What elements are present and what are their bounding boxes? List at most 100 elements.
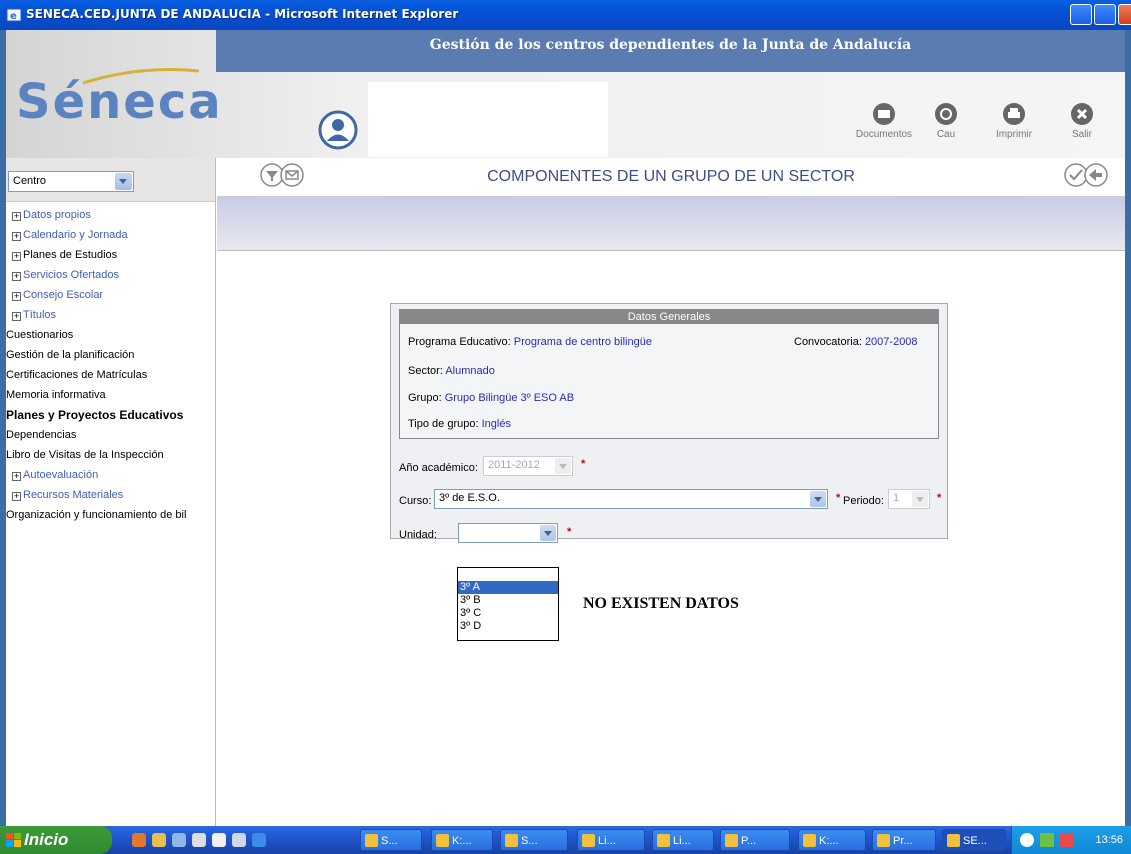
sidebar-item[interactable]: + Datos propios <box>6 205 215 225</box>
page-title: COMPONENTES DE UN GRUPO DE UN SECTOR <box>487 168 855 185</box>
ano-academico-select[interactable]: 2011-2012 <box>483 456 573 476</box>
taskbar-task-label: P... <box>741 835 757 847</box>
firefox-icon[interactable] <box>132 833 146 847</box>
grupo-label: Grupo: <box>408 392 442 404</box>
taskbar-task-label: SE... <box>963 835 987 847</box>
sidebar-item[interactable]: Planes y Proyectos Educativos <box>6 405 215 425</box>
general-data-panel: Datos Generales Programa Educativo: Prog… <box>399 309 939 439</box>
unidad-option[interactable]: 3º C <box>458 607 558 620</box>
sidebar-item-label: Títulos <box>23 309 57 321</box>
app-quicklaunch-icon[interactable] <box>212 833 226 847</box>
convocatoria-label: Convocatoria: <box>794 336 862 348</box>
taskbar-task[interactable]: Li... <box>577 829 645 851</box>
taskbar-task[interactable]: K:... <box>431 829 493 851</box>
unidad-option[interactable]: 3º A <box>458 581 558 594</box>
unidad-select[interactable] <box>458 523 558 543</box>
taskbar-task-label: K:... <box>452 835 472 847</box>
header-band <box>217 196 1125 251</box>
sidebar-item-label: Cuestionarios <box>6 329 74 341</box>
print-label: Imprimir <box>995 129 1033 140</box>
sidebar-item[interactable]: + Calendario y Jornada <box>6 225 215 245</box>
sidebar-item[interactable]: + Autoevaluación <box>6 465 215 485</box>
sidebar-item[interactable]: Cuestionarios <box>6 325 215 345</box>
documents-button[interactable]: Documentos <box>854 102 914 140</box>
expand-icon[interactable]: + <box>12 252 21 261</box>
security-icon[interactable] <box>1040 833 1054 847</box>
task-app-icon <box>365 834 378 847</box>
sidebar-item[interactable]: Libro de Visitas de la Inspección <box>6 445 215 465</box>
sidebar-menu: + Datos propios + Calendario y Jornada + Plan… <box>6 202 215 525</box>
window-titlebar[interactable]: e SENECA.CED.JUNTA DE ANDALUCIA - Micros… <box>0 0 1131 30</box>
unidad-label: Unidad: <box>399 529 437 541</box>
network-icon[interactable] <box>1020 833 1034 847</box>
media-icon[interactable] <box>232 833 246 847</box>
folder-icon[interactable] <box>152 833 166 847</box>
tipo-grupo-label: Tipo de grupo: <box>408 418 479 430</box>
sidebar-item[interactable]: Dependencias <box>6 425 215 445</box>
unidad-dropdown-list[interactable]: 3º A 3º B 3º C 3º D <box>457 567 559 641</box>
sidebar-item-label: Gestión de la planificación <box>6 349 135 361</box>
back-arrow-icon[interactable] <box>1084 163 1108 187</box>
sidebar-item-label: Datos propios <box>23 209 91 221</box>
chevron-down-icon <box>555 458 571 474</box>
maximize-button[interactable] <box>1094 4 1116 25</box>
sidebar-item[interactable]: + Recursos Materiales <box>6 485 215 505</box>
profile-select[interactable]: Centro <box>8 171 134 192</box>
app-subtitle: Gestión de los centros dependientes de l… <box>216 30 1125 72</box>
sidebar-item-label: Calendario y Jornada <box>23 229 128 241</box>
expand-icon[interactable]: + <box>12 292 21 301</box>
taskbar-task[interactable]: S... <box>500 829 568 851</box>
periodo-value: 1 <box>893 492 900 504</box>
curso-select[interactable]: 3º de E.S.O. <box>434 489 828 509</box>
start-button[interactable]: Inicio <box>0 826 112 854</box>
sidebar-item[interactable]: + Servicios Ofertados <box>6 265 215 285</box>
periodo-select[interactable]: 1 <box>888 489 930 509</box>
convocatoria-value: 2007-2008 <box>864 336 918 348</box>
user-icon[interactable] <box>318 110 358 150</box>
taskbar-task[interactable]: P... <box>720 829 790 851</box>
grupo-field: Grupo: Grupo Bilingüe 3º ESO AB <box>408 392 574 404</box>
taskbar-task-label: S... <box>521 835 538 847</box>
expand-icon[interactable]: + <box>12 472 21 481</box>
print-button[interactable]: Imprimir <box>984 102 1044 140</box>
taskbar-task[interactable]: S... <box>360 829 422 851</box>
sidebar-item[interactable]: + Títulos <box>6 305 215 325</box>
system-tray: 13:56 <box>1011 826 1131 854</box>
unidad-option[interactable]: 3º B <box>458 594 558 607</box>
sidebar-item[interactable]: + Consejo Escolar <box>6 285 215 305</box>
form-panel: Datos Generales Programa Educativo: Prog… <box>390 303 948 543</box>
unidad-option[interactable]: 3º D <box>458 620 558 633</box>
sidebar-item[interactable]: + Planes de Estudios <box>6 245 215 265</box>
expand-icon[interactable]: + <box>12 492 21 501</box>
unidad-option[interactable] <box>458 568 558 581</box>
sidebar-item[interactable]: Organización y funcionamiento de bil <box>6 505 215 525</box>
tray-app-icon[interactable] <box>1060 833 1074 847</box>
profile-select-value: Centro <box>13 175 47 187</box>
sidebar-item[interactable]: Certificaciones de Matrículas <box>6 365 215 385</box>
taskbar-task[interactable]: SE... <box>942 829 1006 851</box>
console-icon[interactable] <box>192 833 206 847</box>
ano-academico-label: Año académico: <box>399 462 478 474</box>
sidebar-item[interactable]: Memoria informativa <box>6 385 215 405</box>
curso-value: 3º de E.S.O. <box>439 492 500 504</box>
expand-icon[interactable]: + <box>12 232 21 241</box>
minimize-button[interactable] <box>1070 4 1092 25</box>
browser-quicklaunch-icon[interactable] <box>252 833 266 847</box>
close-window-button[interactable] <box>1118 4 1131 25</box>
expand-icon[interactable]: + <box>12 212 21 221</box>
chevron-down-icon[interactable] <box>115 173 132 190</box>
ie-quicklaunch-icon[interactable] <box>172 833 186 847</box>
sidebar-item-label: Consejo Escolar <box>23 289 104 301</box>
exit-button[interactable]: Salir <box>1052 102 1112 140</box>
expand-icon[interactable]: + <box>12 272 21 281</box>
taskbar-task[interactable]: K:... <box>798 829 866 851</box>
taskbar-task[interactable]: Pr... <box>872 829 936 851</box>
sidebar-item[interactable]: Gestión de la planificación <box>6 345 215 365</box>
task-app-icon <box>582 834 595 847</box>
seneca-logo[interactable]: Séneca <box>16 74 223 130</box>
taskbar-task[interactable]: Li... <box>652 829 714 851</box>
cau-button[interactable]: Cau <box>916 102 976 140</box>
taskbar-task-label: K:... <box>819 835 839 847</box>
chevron-down-icon <box>912 491 928 507</box>
expand-icon[interactable]: + <box>12 312 21 321</box>
